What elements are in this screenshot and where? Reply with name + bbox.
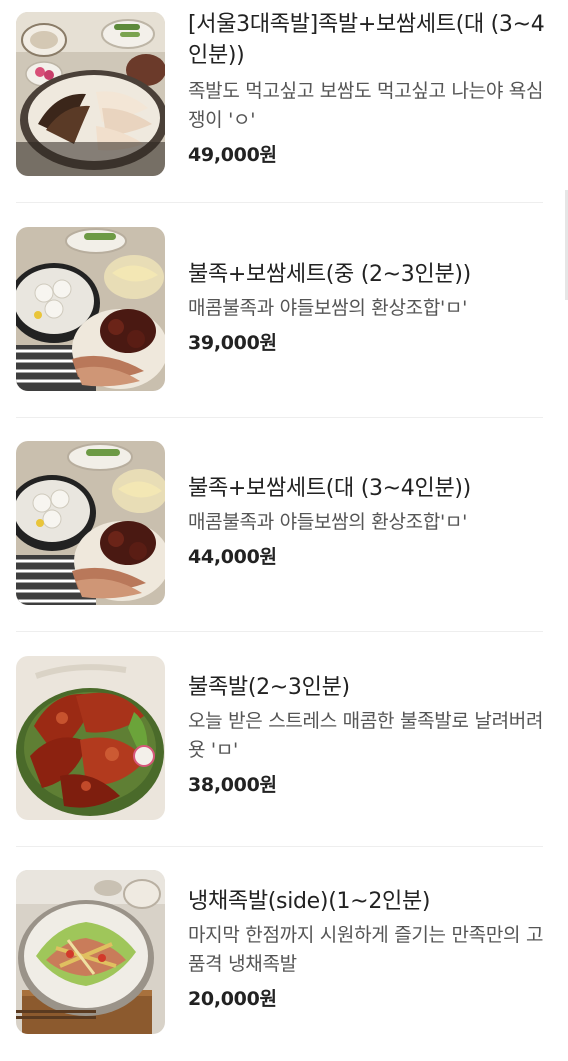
- menu-item[interactable]: 냉채족발(side)(1~2인분) 마지막 한점까지 시원하게 즐기는 만족만의…: [0, 856, 568, 1056]
- divider: [16, 417, 543, 418]
- menu-item-name: 불족+보쌈세트(중 (2~3인분)): [188, 262, 471, 287]
- divider: [16, 846, 543, 847]
- menu-item-name: 불족+보쌈세트(대 (3~4인분)): [188, 476, 471, 501]
- menu-item-price: 20,000원: [188, 988, 277, 1010]
- menu-item-name: 불족발(2~3인분): [188, 675, 350, 700]
- menu-item[interactable]: 불족+보쌈세트(대 (3~4인분)) 매콤불족과 야들보쌈의 환상조합'ㅁ' 4…: [0, 428, 568, 628]
- menu-item-text: 불족발(2~3인분) 오늘 받은 스트레스 매콤한 불족발로 날려버려욧 'ㅁ'…: [188, 672, 548, 797]
- menu-item-description: 매콤불족과 야들보쌈의 환상조합'ㅁ': [188, 297, 468, 319]
- menu-item-price: 39,000원: [188, 332, 277, 354]
- buljok-bossam-set-photo: [16, 227, 165, 391]
- menu-item[interactable]: 불족+보쌈세트(중 (2~3인분)) 매콤불족과 야들보쌈의 환상조합'ㅁ' 3…: [0, 214, 568, 414]
- menu-item-text: 냉채족발(side)(1~2인분) 마지막 한점까지 시원하게 즐기는 만족만의…: [188, 886, 548, 1011]
- divider: [16, 631, 543, 632]
- menu-item-description: 마지막 한점까지 시원하게 즐기는 만족만의 고품격 냉채족발: [188, 924, 544, 975]
- spicy-jokbal-photo: [16, 656, 165, 820]
- menu-item-name: 냉채족발(side)(1~2인분): [188, 889, 431, 914]
- menu-item-description: 오늘 받은 스트레스 매콤한 불족발로 날려버려욧 'ㅁ': [188, 710, 544, 761]
- menu-item-price: 49,000원: [188, 144, 277, 166]
- menu-item-name: [서울3대족발]족발+보쌈세트(대 (3~4인분)): [188, 12, 545, 68]
- menu-item-text: [서울3대족발]족발+보쌈세트(대 (3~4인분)) 족발도 먹고싶고 보쌈도 …: [188, 9, 548, 167]
- divider: [16, 202, 543, 203]
- menu-item-text: 불족+보쌈세트(대 (3~4인분)) 매콤불족과 야들보쌈의 환상조합'ㅁ' 4…: [188, 473, 548, 569]
- menu-item-description: 매콤불족과 야들보쌈의 환상조합'ㅁ': [188, 511, 468, 533]
- menu-item-description: 족발도 먹고싶고 보쌈도 먹고싶고 나는야 욕심쟁이 'ㅇ': [188, 80, 544, 131]
- cold-jokbal-salad-photo: [16, 870, 165, 1034]
- menu-item-price: 44,000원: [188, 546, 277, 568]
- buljok-bossam-set-photo: [16, 441, 165, 605]
- menu-item-text: 불족+보쌈세트(중 (2~3인분)) 매콤불족과 야들보쌈의 환상조합'ㅁ' 3…: [188, 259, 548, 355]
- jokbal-bossam-platter-photo: [16, 12, 165, 176]
- menu-item-price: 38,000원: [188, 774, 277, 796]
- menu-item[interactable]: 불족발(2~3인분) 오늘 받은 스트레스 매콤한 불족발로 날려버려욧 'ㅁ'…: [0, 642, 568, 842]
- menu-item[interactable]: [서울3대족발]족발+보쌈세트(대 (3~4인분)) 족발도 먹고싶고 보쌈도 …: [0, 0, 568, 200]
